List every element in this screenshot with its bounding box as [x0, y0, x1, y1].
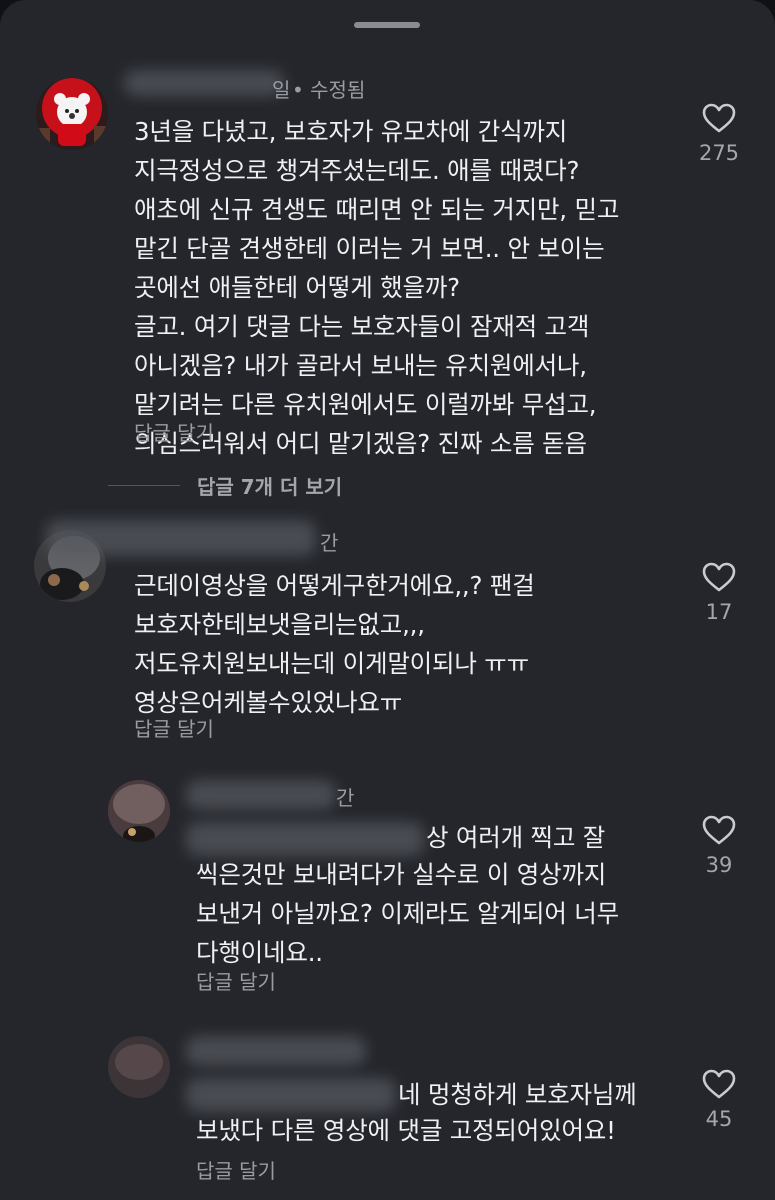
avatar-image	[108, 1036, 170, 1098]
heart-outline-icon	[702, 815, 736, 845]
reply-button[interactable]: 답글 달기	[196, 1155, 276, 1184]
comment-body: 보냈다 다른 영상에 댓글 고정되어있어요!	[196, 1116, 616, 1145]
comment-body: 근데이영상을 어떻게구한거에요,,? 팬걸 보호자한테보냇을리는없고,,, 저도…	[134, 571, 535, 717]
like-count: 17	[705, 600, 733, 624]
comment-body-visible-part: 네 멍청하게 보호자님께	[398, 1080, 637, 1109]
avatar-image	[108, 780, 170, 842]
like-button[interactable]: 39	[684, 815, 754, 877]
comment-body: 3년을 다녔고, 보호자가 유모차에 간식까지 지극정성으로 챙겨주셨는데도. …	[134, 117, 620, 458]
comment-body: 씩은것만 보내려다가 실수로 이 영상까지 보낸거 아닐까요? 이제라도 알게되…	[196, 860, 619, 967]
heart-outline-icon	[702, 103, 736, 133]
username-redacted[interactable]	[124, 70, 284, 96]
avatar[interactable]	[108, 780, 170, 842]
divider-line	[108, 485, 180, 486]
comment-body-redacted	[186, 1078, 396, 1112]
reply-button[interactable]: 답글 달기	[134, 713, 214, 742]
comment-body-visible-part: 상 여러개 찍고 잘	[426, 823, 606, 852]
comment-time: 간	[320, 531, 339, 555]
like-count: 45	[705, 1107, 733, 1131]
like-count: 39	[705, 853, 733, 877]
reply-button[interactable]: 답글 달기	[134, 417, 214, 446]
avatar-image	[36, 78, 108, 150]
like-count: 275	[698, 141, 740, 165]
sheet-drag-handle[interactable]	[354, 22, 420, 28]
view-more-replies-button[interactable]: 답글 7개 더 보기	[197, 471, 342, 500]
comment-body-redacted	[186, 822, 424, 856]
comments-sheet: 일 • 수정됨 3년을 다녔고, 보호자가 유모차에 간식까지 지극정성으로 챙…	[0, 0, 775, 1200]
avatar[interactable]	[36, 78, 108, 150]
comment-edited-label: • 수정됨	[292, 78, 366, 102]
heart-outline-icon	[702, 1069, 736, 1099]
heart-outline-icon	[702, 562, 736, 592]
username-redacted[interactable]	[186, 780, 336, 810]
username-redacted[interactable]	[46, 520, 316, 556]
like-button[interactable]: 45	[684, 1069, 754, 1131]
comment-time: 간	[336, 786, 355, 810]
like-button[interactable]: 275	[684, 103, 754, 165]
like-button[interactable]: 17	[684, 562, 754, 624]
comment-name-suffix: 일	[272, 78, 291, 102]
reply-button[interactable]: 답글 달기	[196, 966, 276, 995]
avatar[interactable]	[108, 1036, 170, 1098]
username-redacted[interactable]	[186, 1036, 366, 1066]
